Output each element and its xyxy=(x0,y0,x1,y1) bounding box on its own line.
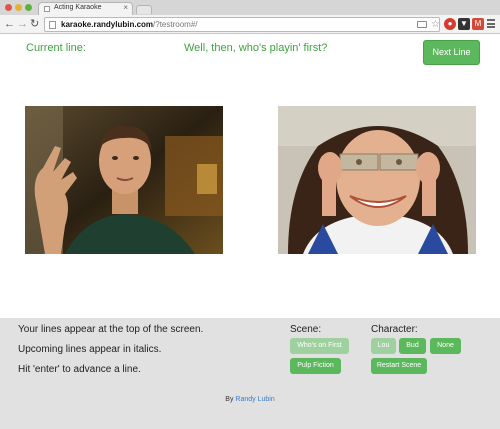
next-line-button[interactable]: Next Line xyxy=(423,40,480,65)
control-panel: Your lines appear at the top of the scre… xyxy=(0,318,500,429)
url-host: karaoke.randylubin.com xyxy=(61,20,154,29)
address-bar[interactable]: karaoke.randylubin.com/?testroom#/ ☆ xyxy=(44,17,440,32)
credit-prefix: By xyxy=(225,396,234,403)
new-tab-button[interactable] xyxy=(136,5,152,14)
local-video-feed xyxy=(25,106,223,254)
instruction-line: Your lines appear at the top of the scre… xyxy=(18,324,204,335)
url-text[interactable]: karaoke.randylubin.com/?testroom#/ xyxy=(61,19,198,31)
back-arrow-icon[interactable]: ← xyxy=(4,17,15,31)
character-bud-button[interactable]: Bud xyxy=(399,338,426,354)
camera-icon[interactable] xyxy=(417,21,427,28)
minimize-window-button[interactable] xyxy=(15,4,22,11)
instruction-line: Hit 'enter' to advance a line. xyxy=(18,364,141,375)
extension-shield-icon[interactable]: ▼ xyxy=(458,18,470,30)
instruction-line: Upcoming lines appear in italics. xyxy=(18,344,162,355)
browser-tab[interactable]: Acting Karaoke × xyxy=(38,2,133,15)
close-window-button[interactable] xyxy=(5,4,12,11)
page-favicon-icon xyxy=(44,6,50,12)
character-label: Character: xyxy=(371,324,418,335)
extension-gmail-icon[interactable]: M xyxy=(472,18,484,30)
tab-title: Acting Karaoke xyxy=(54,4,102,11)
page-icon xyxy=(49,21,56,29)
character-lou-button[interactable]: Lou xyxy=(371,338,396,354)
browser-menu-icon[interactable] xyxy=(487,19,495,28)
scene-label: Scene: xyxy=(290,324,322,335)
character-none-button[interactable]: None xyxy=(430,338,461,354)
author-link[interactable]: Randy Lubin xyxy=(235,396,274,403)
remote-video-feed xyxy=(278,106,476,254)
scene-pulp-fiction-button[interactable]: Pulp Fiction xyxy=(290,358,341,374)
browser-tabstrip: Acting Karaoke × xyxy=(0,0,500,15)
extension-lastpass-icon[interactable]: ● xyxy=(444,18,456,30)
forward-arrow-icon[interactable]: → xyxy=(17,17,28,31)
reload-icon[interactable]: ↻ xyxy=(30,17,39,31)
tab-close-icon[interactable]: × xyxy=(123,3,128,12)
zoom-window-button[interactable] xyxy=(25,4,32,11)
bookmark-star-icon[interactable]: ☆ xyxy=(431,18,440,31)
current-line-text: Well, then, who's playin' first? xyxy=(184,42,328,54)
scene-whos-on-first-button[interactable]: Who's on First xyxy=(290,338,349,354)
restart-scene-button[interactable]: Restart Scene xyxy=(371,358,427,374)
browser-toolbar: ← → ↻ karaoke.randylubin.com/?testroom#/… xyxy=(0,15,500,34)
current-line-label: Current line: xyxy=(26,42,86,54)
credit-line: By Randy Lubin xyxy=(0,396,500,403)
url-path: /?testroom#/ xyxy=(153,20,198,29)
